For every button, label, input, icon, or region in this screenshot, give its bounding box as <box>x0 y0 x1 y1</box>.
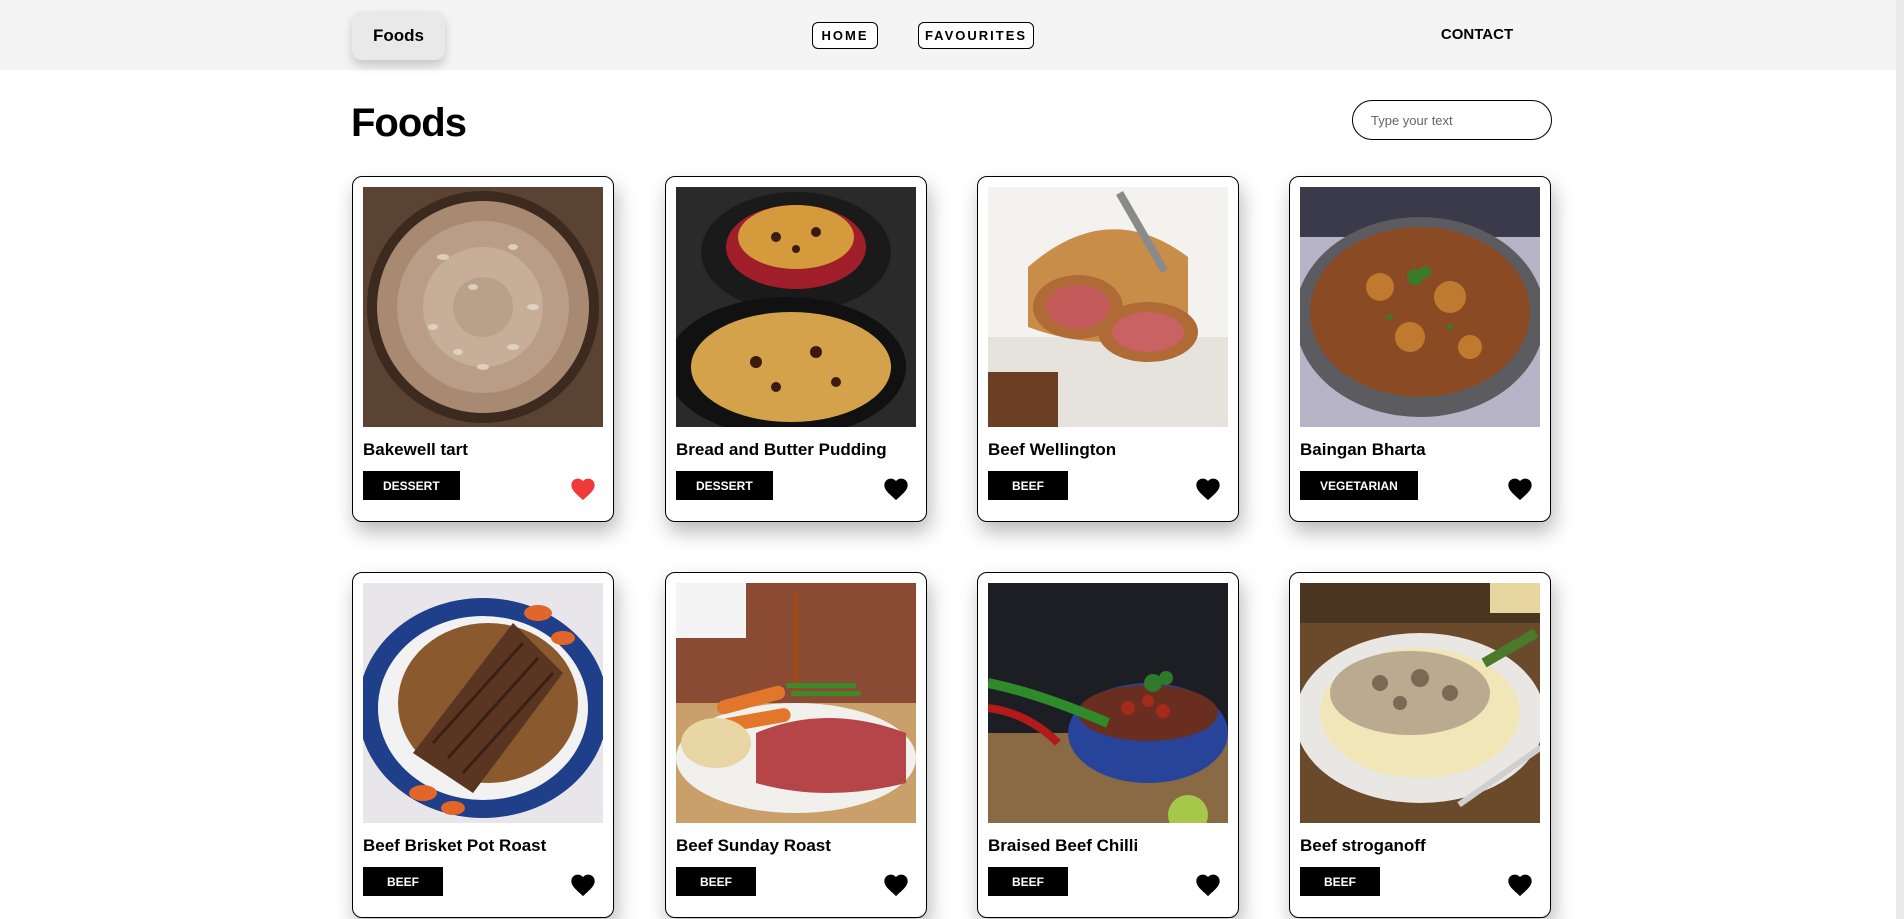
food-card[interactable]: Beef Brisket Pot Roast BEEF <box>352 572 614 918</box>
food-title: Bread and Butter Pudding <box>676 440 887 459</box>
favourite-heart-icon[interactable] <box>569 871 597 897</box>
category-tag[interactable]: BEEF <box>676 867 756 896</box>
food-title: Beef stroganoff <box>1300 836 1426 855</box>
page-scrollbar[interactable] <box>1896 0 1904 919</box>
category-tag[interactable]: BEEF <box>988 867 1068 896</box>
category-tag[interactable]: DESSERT <box>676 471 773 500</box>
food-image-beef-wellington[interactable] <box>988 187 1228 427</box>
category-tag[interactable]: BEEF <box>363 867 443 896</box>
top-navbar: Foods HOME FAVOURITES CONTACT <box>0 0 1904 70</box>
favourite-heart-icon[interactable] <box>1506 871 1534 897</box>
favourite-heart-icon[interactable] <box>1194 475 1222 501</box>
favourite-heart-icon[interactable] <box>1506 475 1534 501</box>
food-card[interactable]: Beef stroganoff BEEF <box>1289 572 1551 918</box>
favourite-heart-icon[interactable] <box>882 871 910 897</box>
food-title: Braised Beef Chilli <box>988 836 1139 855</box>
food-title: Beef Sunday Roast <box>676 836 831 855</box>
search-input[interactable] <box>1352 100 1552 140</box>
nav-contact-link[interactable]: CONTACT <box>1424 26 1530 46</box>
food-image-beef-sunday-roast[interactable] <box>676 583 916 823</box>
food-image-braised-beef-chilli[interactable] <box>988 583 1228 823</box>
food-card[interactable]: Bakewell tart DESSERT <box>352 176 614 522</box>
food-image-baingan-bharta[interactable] <box>1300 187 1540 427</box>
category-tag[interactable]: BEEF <box>988 471 1068 500</box>
page-title: Foods <box>351 101 467 145</box>
food-title: Beef Brisket Pot Roast <box>363 836 547 855</box>
food-card[interactable]: Beef Wellington BEEF <box>977 176 1239 522</box>
food-image-beef-stroganoff[interactable] <box>1300 583 1540 823</box>
food-card[interactable]: Baingan Bharta VEGETARIAN <box>1289 176 1551 522</box>
food-image-beef-brisket-pot-roast[interactable] <box>363 583 603 823</box>
food-title: Bakewell tart <box>363 440 468 459</box>
favourite-heart-icon[interactable] <box>1194 871 1222 897</box>
favourite-heart-icon[interactable] <box>569 475 597 501</box>
food-image-bread-and-butter-pudding[interactable] <box>676 187 916 427</box>
food-card[interactable]: Beef Sunday Roast BEEF <box>665 572 927 918</box>
brand-logo[interactable]: Foods <box>352 11 445 60</box>
category-tag[interactable]: VEGETARIAN <box>1300 471 1418 500</box>
food-image-bakewell-tart[interactable] <box>363 187 603 427</box>
nav-favourites-button[interactable]: FAVOURITES <box>918 22 1034 49</box>
favourite-heart-icon[interactable] <box>882 475 910 501</box>
nav-home-button[interactable]: HOME <box>812 22 878 49</box>
food-card[interactable]: Braised Beef Chilli BEEF <box>977 572 1239 918</box>
food-card[interactable]: Bread and Butter Pudding DESSERT <box>665 176 927 522</box>
category-tag[interactable]: BEEF <box>1300 867 1380 896</box>
category-tag[interactable]: DESSERT <box>363 471 460 500</box>
food-title: Baingan Bharta <box>1300 440 1426 459</box>
food-title: Beef Wellington <box>988 440 1117 459</box>
